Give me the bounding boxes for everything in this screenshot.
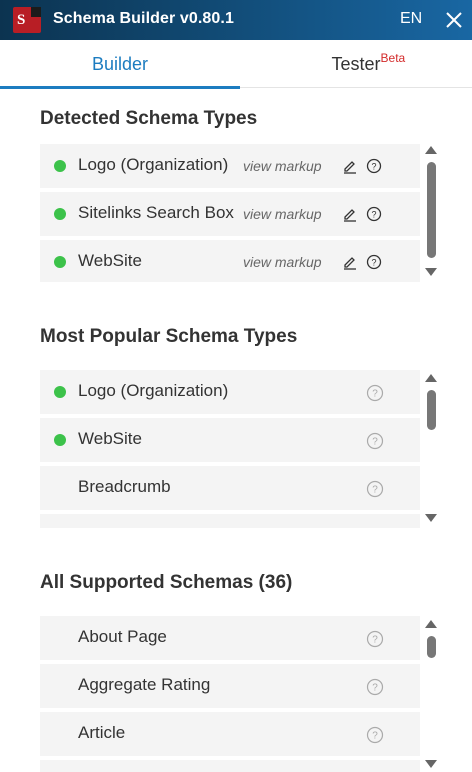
popular-scrollbar[interactable] (423, 374, 439, 526)
help-icon[interactable]: ? (366, 726, 384, 744)
tab-builder[interactable]: Builder (0, 40, 240, 89)
tab-bar: Builder Tester Beta (0, 40, 472, 89)
view-markup-link[interactable]: view markup (243, 254, 322, 270)
active-tab-indicator (0, 86, 240, 89)
supported-item[interactable]: Article ? (40, 712, 420, 756)
svg-text:?: ? (372, 485, 378, 496)
svg-text:?: ? (372, 731, 378, 742)
help-icon[interactable]: ? (366, 630, 384, 648)
scroll-down-icon[interactable] (425, 760, 437, 768)
supported-item[interactable]: Aggregate Rating ? (40, 664, 420, 708)
detected-section-title: Detected Schema Types (40, 108, 258, 129)
scroll-up-icon[interactable] (425, 146, 437, 154)
help-icon[interactable]: ? (366, 678, 384, 696)
close-icon[interactable] (443, 9, 465, 31)
tab-tester[interactable]: Tester Beta (240, 40, 472, 88)
beta-badge: Beta (380, 51, 406, 65)
supported-item[interactable]: About Page ? (40, 616, 420, 660)
svg-text:?: ? (371, 258, 376, 268)
scroll-thumb[interactable] (427, 636, 436, 658)
detected-list: Logo (Organization) view markup ? Siteli… (40, 142, 440, 282)
help-icon[interactable]: ? (366, 254, 382, 270)
popular-item[interactable]: Logo (Organization) ? (40, 370, 420, 414)
edit-icon[interactable] (342, 158, 358, 174)
app-logo: S (13, 7, 41, 33)
view-markup-link[interactable]: view markup (243, 206, 322, 222)
language-selector[interactable]: EN (400, 10, 422, 28)
edit-icon[interactable] (342, 206, 358, 222)
status-dot (54, 160, 66, 172)
scroll-up-icon[interactable] (425, 374, 437, 382)
popular-section-title: Most Popular Schema Types (40, 326, 298, 347)
view-markup-link[interactable]: view markup (243, 158, 322, 174)
app-title: Schema Builder v0.80.1 (53, 10, 234, 27)
help-icon[interactable]: ? (366, 158, 382, 174)
detected-item[interactable]: WebSite view markup ? (40, 240, 420, 282)
popular-item[interactable]: WebSite ? (40, 418, 420, 462)
popular-item[interactable]: Breadcrumb ? (40, 466, 420, 510)
scroll-up-icon[interactable] (425, 620, 437, 628)
supported-list: About Page ? Aggregate Rating ? Article … (40, 616, 440, 772)
help-icon[interactable]: ? (366, 206, 382, 222)
popular-list: Logo (Organization) ? WebSite ? Breadcru… (40, 370, 440, 528)
detected-item[interactable]: Sitelinks Search Box view markup ? (40, 192, 420, 236)
scroll-thumb[interactable] (427, 390, 436, 430)
svg-text:?: ? (371, 210, 376, 220)
scroll-down-icon[interactable] (425, 268, 437, 276)
scroll-thumb[interactable] (427, 162, 436, 258)
status-dot (54, 386, 66, 398)
supported-scrollbar[interactable] (423, 620, 439, 770)
detected-scrollbar[interactable] (423, 146, 439, 278)
svg-text:?: ? (372, 635, 378, 646)
supported-section-title: All Supported Schemas (36) (40, 572, 293, 593)
status-dot (54, 208, 66, 220)
status-dot (54, 434, 66, 446)
svg-text:?: ? (372, 437, 378, 448)
svg-text:?: ? (372, 683, 378, 694)
svg-text:?: ? (372, 389, 378, 400)
supported-item-partial[interactable] (40, 760, 420, 772)
edit-icon[interactable] (342, 254, 358, 270)
status-dot (54, 256, 66, 268)
detected-item[interactable]: Logo (Organization) view markup ? (40, 144, 420, 188)
svg-text:?: ? (371, 162, 376, 172)
help-icon[interactable]: ? (366, 384, 384, 402)
help-icon[interactable]: ? (366, 480, 384, 498)
popular-item-partial[interactable] (40, 514, 420, 528)
help-icon[interactable]: ? (366, 432, 384, 450)
scroll-down-icon[interactable] (425, 514, 437, 522)
